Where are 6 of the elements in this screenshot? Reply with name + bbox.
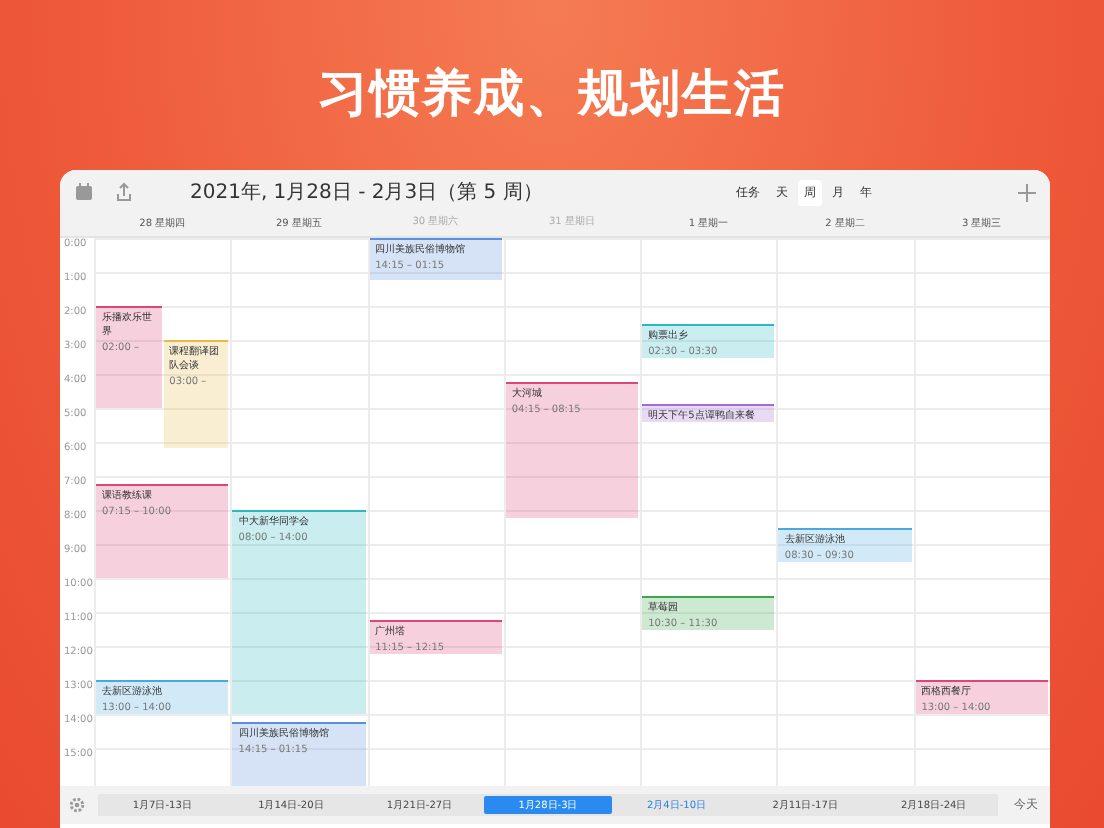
settings-icon[interactable] [68, 796, 86, 814]
headline: 习惯养成、规划生活 [318, 62, 786, 124]
share-icon[interactable] [114, 182, 134, 202]
week-title: 2021年, 1月28日 - 2月3日（第 5 周） [190, 180, 543, 206]
calendar-icon[interactable] [74, 182, 94, 202]
add-icon[interactable] [1018, 183, 1036, 201]
